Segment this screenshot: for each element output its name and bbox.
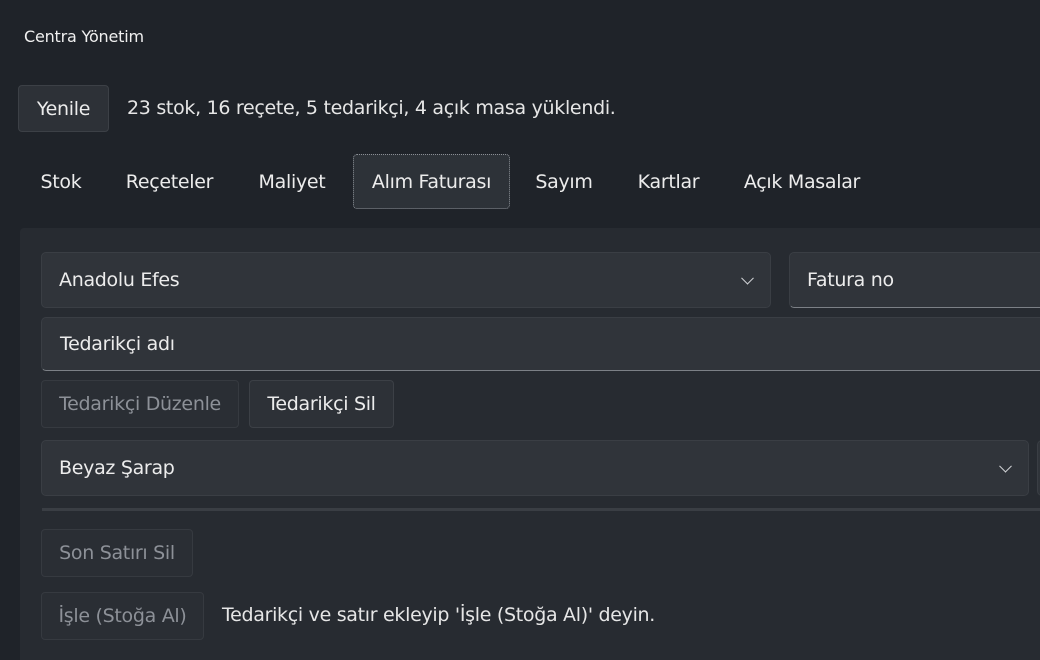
window-title: Centra Yönetim [24, 27, 144, 46]
invoice-no-placeholder: Fatura no [807, 269, 894, 291]
tab-acik-masalar[interactable]: Açık Masalar [732, 154, 872, 209]
process-stock-button[interactable]: İşle (Stoğa Al) [41, 592, 204, 640]
refresh-button[interactable]: Yenile [18, 85, 109, 132]
supplier-name-input[interactable]: Tedarikçi adı [41, 317, 1040, 371]
tab-stok[interactable]: Stok [20, 154, 102, 209]
delete-supplier-button[interactable]: Tedarikçi Sil [249, 380, 394, 428]
tab-sayim[interactable]: Sayım [523, 154, 605, 209]
item-select-value: Beyaz Şarap [59, 457, 175, 479]
process-hint-text: Tedarikçi ve satır ekleyip 'İşle (Stoğa … [222, 604, 656, 626]
tab-maliyet[interactable]: Maliyet [244, 154, 340, 209]
item-select[interactable]: Beyaz Şarap [41, 440, 1029, 496]
lines-table-divider [42, 508, 1040, 511]
tab-alim-faturasi[interactable]: Alım Faturası [353, 154, 510, 209]
tab-kartlar[interactable]: Kartlar [626, 154, 711, 209]
supplier-name-placeholder: Tedarikçi adı [60, 333, 175, 355]
status-text: 23 stok, 16 reçete, 5 tedarikçi, 4 açık … [127, 97, 616, 119]
chevron-down-icon [999, 459, 1012, 473]
supplier-select-value: Anadolu Efes [59, 269, 180, 291]
chevron-down-icon [741, 271, 754, 285]
invoice-no-input[interactable]: Fatura no [789, 252, 1040, 308]
tab-receteler[interactable]: Reçeteler [112, 154, 227, 209]
delete-last-row-button[interactable]: Son Satırı Sil [41, 529, 193, 577]
edit-supplier-button[interactable]: Tedarikçi Düzenle [41, 380, 239, 428]
supplier-select[interactable]: Anadolu Efes [41, 252, 771, 308]
